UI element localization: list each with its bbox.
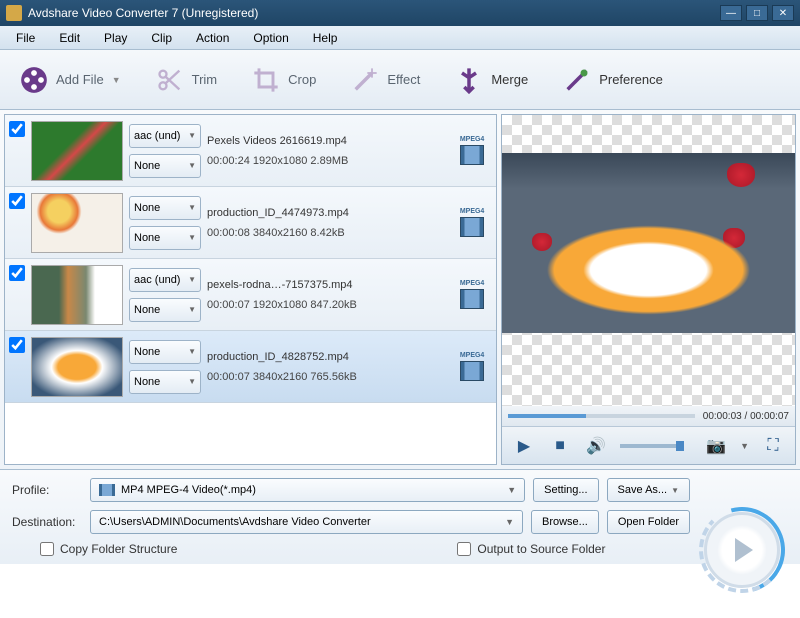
file-item[interactable]: None▼ None▼ production_ID_4828752.mp4 00… [5,331,496,403]
menu-help[interactable]: Help [301,28,350,48]
file-item[interactable]: aac (und)▼ None▼ pexels-rodna…-7157375.m… [5,259,496,331]
audio-select[interactable]: aac (und)▼ [129,268,201,292]
fullscreen-button[interactable]: ⛶ [761,434,785,458]
scissors-icon [156,66,184,94]
stop-button[interactable]: ■ [548,434,572,458]
file-name: production_ID_4474973.mp4 [207,207,446,219]
format-badge: MPEG4 [452,275,492,315]
thumbnail [31,121,123,181]
play-button[interactable]: ▶ [512,434,536,458]
volume-icon[interactable]: 🔊 [584,434,608,458]
browse-button[interactable]: Browse... [531,510,599,534]
save-as-button[interactable]: Save As...▼ [607,478,690,502]
progress-bar[interactable] [508,414,695,418]
file-item[interactable]: None▼ None▼ production_ID_4474973.mp4 00… [5,187,496,259]
output-select[interactable]: None▼ [129,226,201,250]
tools-icon [563,66,591,94]
bottom-panel: Profile: MP4 MPEG-4 Video(*.mp4) ▼ Setti… [0,470,800,564]
file-checkbox[interactable] [9,121,25,137]
file-meta: 00:00:07 3840x2160 765.56kB [207,371,446,383]
setting-button[interactable]: Setting... [533,478,598,502]
menu-option[interactable]: Option [241,28,300,48]
file-item[interactable]: aac (und)▼ None▼ Pexels Videos 2616619.m… [5,115,496,187]
minimize-button[interactable]: — [720,5,742,21]
time-display: 00:00:03 / 00:00:07 [502,406,795,426]
destination-combo[interactable]: C:\Users\ADMIN\Documents\Avdshare Video … [90,510,523,534]
app-icon [6,5,22,21]
format-badge: MPEG4 [452,131,492,171]
trim-label: Trim [192,72,218,87]
file-name: pexels-rodna…-7157375.mp4 [207,279,446,291]
add-file-button[interactable]: Add File ▼ [20,66,121,94]
open-folder-button[interactable]: Open Folder [607,510,690,534]
audio-select[interactable]: None▼ [129,196,201,220]
output-source-checkbox[interactable]: Output to Source Folder [457,542,605,556]
menu-action[interactable]: Action [184,28,241,48]
effect-button[interactable]: Effect [351,66,420,94]
preview-panel: 00:00:03 / 00:00:07 ▶ ■ 🔊 📷 ▼ ⛶ [501,114,796,465]
file-checkbox[interactable] [9,337,25,353]
file-checkbox[interactable] [9,265,25,281]
file-name: Pexels Videos 2616619.mp4 [207,135,446,147]
output-select[interactable]: None▼ [129,298,201,322]
wand-icon [351,66,379,94]
file-meta: 00:00:24 1920x1080 2.89MB [207,155,446,167]
output-select[interactable]: None▼ [129,370,201,394]
crop-label: Crop [288,72,316,87]
crop-button[interactable]: Crop [252,66,316,94]
output-select[interactable]: None▼ [129,154,201,178]
total-time: 00:00:07 [750,411,789,422]
file-name: production_ID_4828752.mp4 [207,351,446,363]
volume-slider[interactable] [620,444,680,448]
thumbnail [31,337,123,397]
play-icon [735,538,753,562]
crop-icon [252,66,280,94]
profile-label: Profile: [12,483,82,497]
add-file-label: Add File [56,72,104,87]
file-meta: 00:00:07 1920x1080 847.20kB [207,299,446,311]
merge-icon [455,66,483,94]
trim-button[interactable]: Trim [156,66,218,94]
merge-button[interactable]: Merge [455,66,528,94]
chevron-down-icon: ▼ [112,75,121,85]
audio-select[interactable]: None▼ [129,340,201,364]
current-time: 00:00:03 [703,411,742,422]
film-reel-icon [20,66,48,94]
thumbnail [31,265,123,325]
window-title: Avdshare Video Converter 7 (Unregistered… [28,6,716,20]
menubar: File Edit Play Clip Action Option Help [0,26,800,50]
preview-video[interactable] [502,115,795,406]
menu-file[interactable]: File [4,28,47,48]
copy-folder-checkbox[interactable]: Copy Folder Structure [40,542,177,556]
menu-clip[interactable]: Clip [139,28,184,48]
chevron-down-icon: ▼ [507,485,516,495]
file-checkbox[interactable] [9,193,25,209]
titlebar: Avdshare Video Converter 7 (Unregistered… [0,0,800,26]
effect-label: Effect [387,72,420,87]
chevron-down-icon[interactable]: ▼ [740,441,749,451]
preference-label: Preference [599,72,663,87]
format-badge: MPEG4 [452,203,492,243]
close-button[interactable]: ✕ [772,5,794,21]
format-badge: MPEG4 [452,347,492,387]
file-list: aac (und)▼ None▼ Pexels Videos 2616619.m… [4,114,497,465]
destination-label: Destination: [12,515,82,529]
file-meta: 00:00:08 3840x2160 8.42kB [207,227,446,239]
maximize-button[interactable]: □ [746,5,768,21]
thumbnail [31,193,123,253]
profile-combo[interactable]: MP4 MPEG-4 Video(*.mp4) ▼ [90,478,525,502]
menu-edit[interactable]: Edit [47,28,92,48]
preference-button[interactable]: Preference [563,66,663,94]
toolbar: Add File ▼ Trim Crop Effect Merge Prefer… [0,50,800,110]
film-icon [99,484,115,496]
video-frame [502,153,795,333]
player-controls: ▶ ■ 🔊 📷 ▼ ⛶ [502,426,795,464]
audio-select[interactable]: aac (und)▼ [129,124,201,148]
menu-play[interactable]: Play [92,28,139,48]
content-area: aac (und)▼ None▼ Pexels Videos 2616619.m… [0,110,800,470]
chevron-down-icon: ▼ [505,517,514,527]
convert-button[interactable] [704,512,780,588]
merge-label: Merge [491,72,528,87]
snapshot-button[interactable]: 📷 [704,434,728,458]
